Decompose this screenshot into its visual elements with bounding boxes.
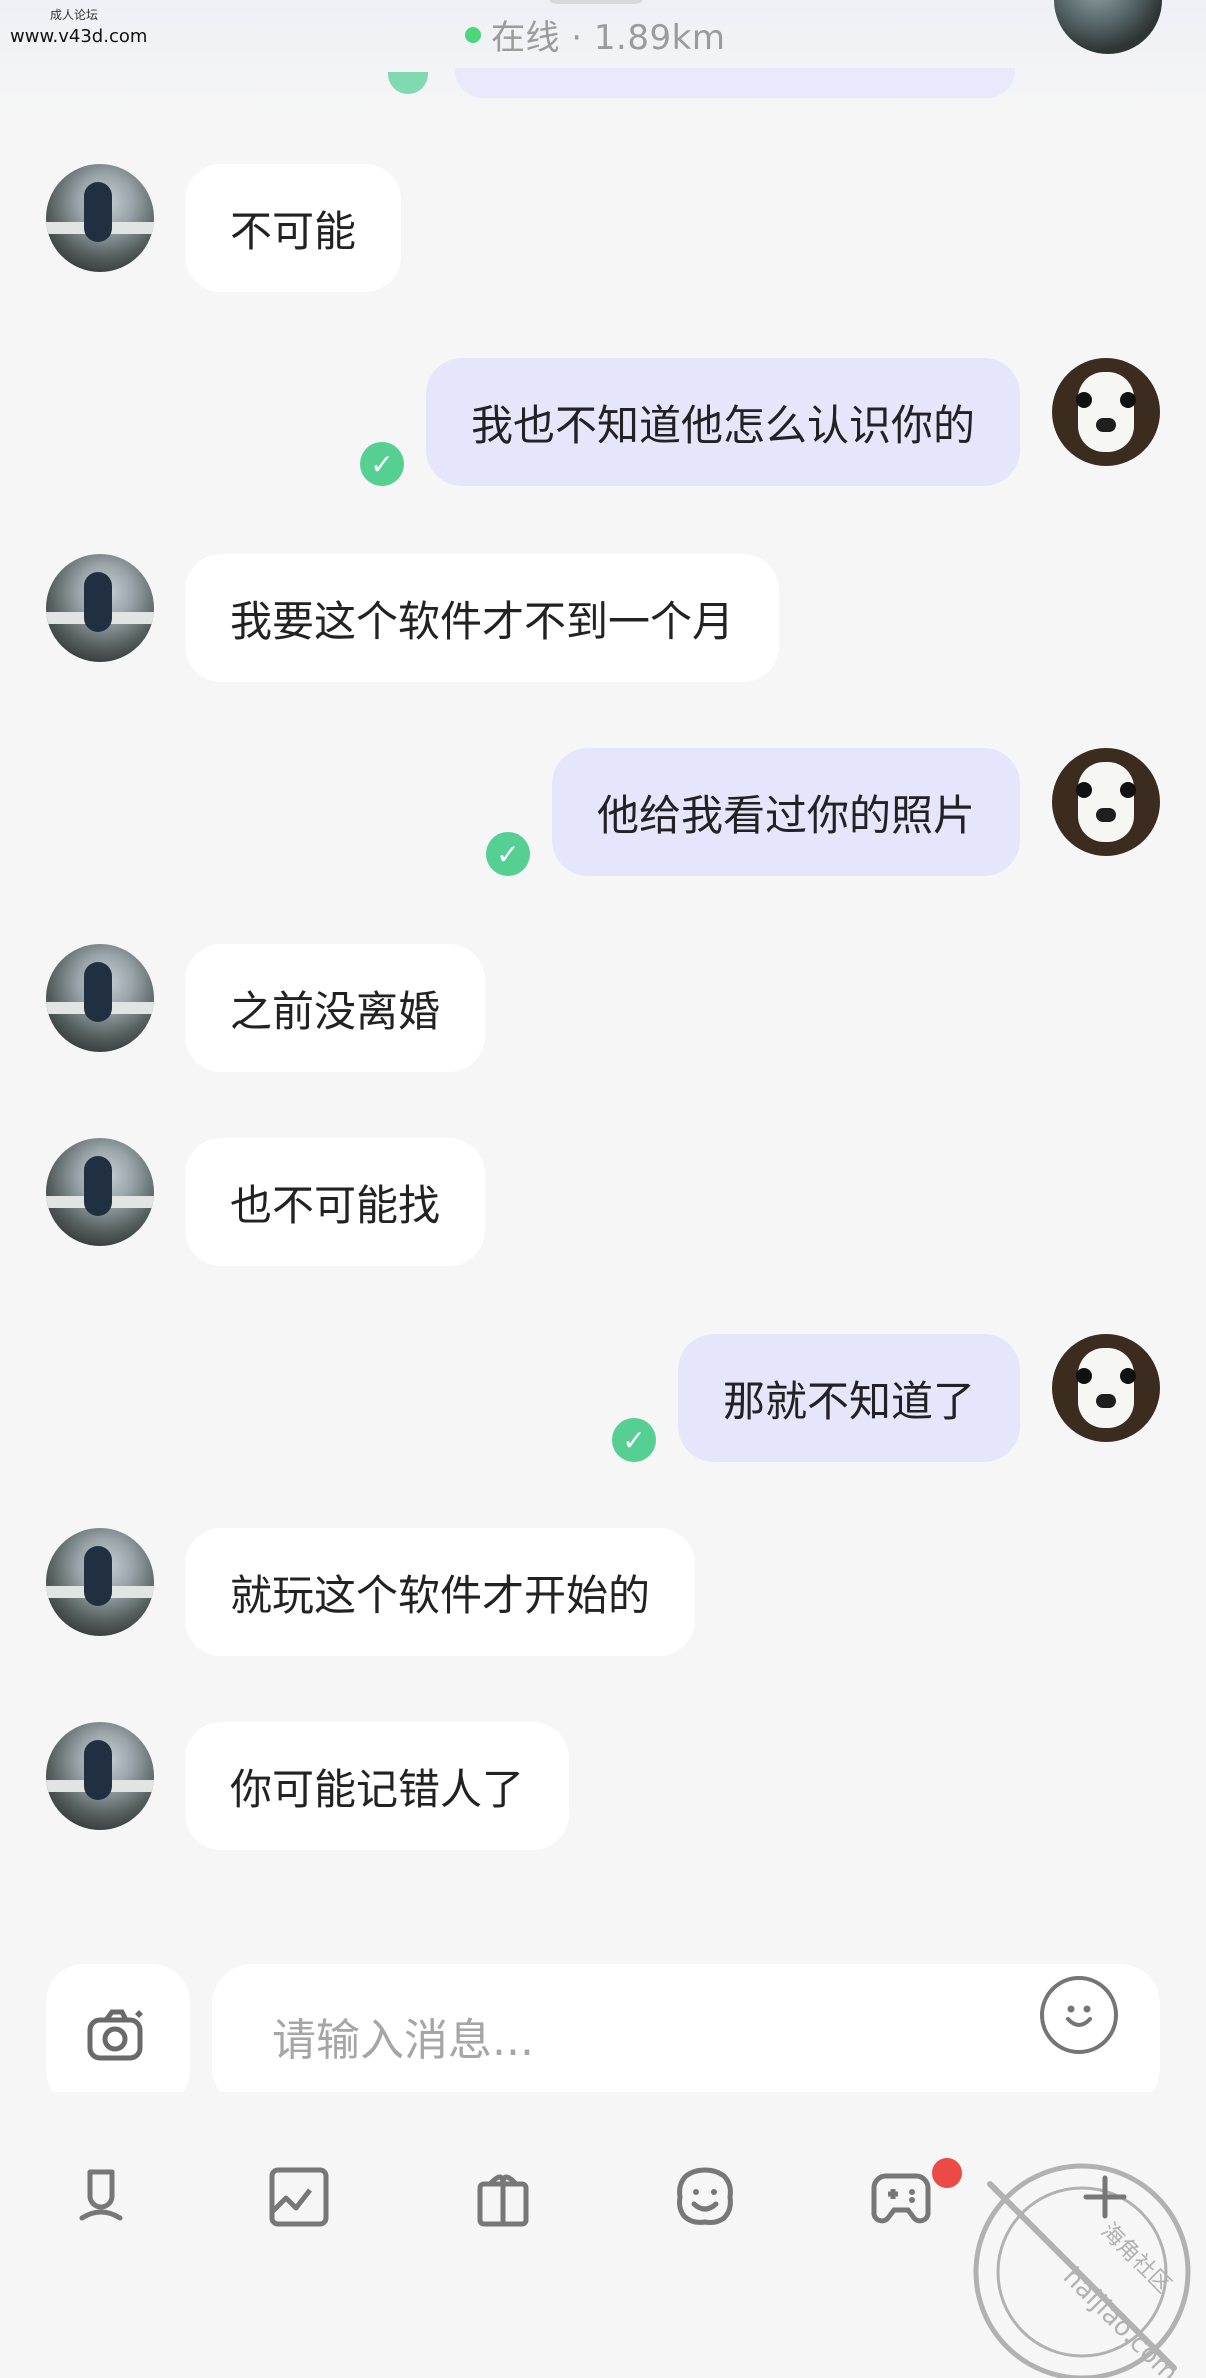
their-avatar[interactable] [46,164,154,272]
smiley-icon [1066,2005,1092,2027]
plus-icon [1083,2175,1127,2219]
camera-icon [87,2009,143,2061]
message-placeholder: 请输入消息... [272,2015,534,2066]
watermark-top-line2: www.v43d.com [10,26,148,47]
chat-message-row: 就玩这个软件才开始的 [0,1482,1206,1656]
chat-message-row: 我要这个软件才不到一个月 [0,508,1206,682]
their-message-bubble[interactable]: 你可能记错人了 [185,1722,570,1850]
message-text: 我也不知道他怎么认识你的 [470,400,975,450]
sticker-button[interactable] [670,2162,740,2232]
avatar-face [1078,762,1134,842]
image-button[interactable] [264,2162,334,2232]
message-text: 我要这个软件才不到一个月 [230,596,735,646]
game-notification-badge [932,2158,962,2188]
emoji-button[interactable] [1040,1976,1118,2054]
avatar-person [84,962,112,1022]
read-check-icon: ✓ [611,1418,656,1462]
read-check-icon: ✓ [359,442,404,486]
watermark-top: 成人论坛 www.v43d.com [0,0,150,60]
avatar-eye [1076,1368,1092,1384]
message-text: 那就不知道了 [722,1376,975,1426]
their-message-bubble[interactable]: 我要这个软件才不到一个月 [185,554,780,682]
their-avatar[interactable] [46,1138,154,1246]
their-message-bubble[interactable]: 也不可能找 [185,1138,486,1266]
game-button[interactable] [866,2162,936,2232]
their-message-bubble[interactable]: 不可能 [185,164,402,292]
voice-icon [79,2169,123,2221]
chat-thread: 不可能我也不知道他怎么认识你的 ✓ 我要这个软件才不到一个月他给我看过你的照片 ✓ 之前… [0,118,1206,1948]
read-check-icon: ✓ [485,832,530,876]
status-row: 在线 · 1.89km [465,10,725,59]
message-text: 也不可能找 [230,1180,441,1230]
chat-message-row: 你可能记错人了 [0,1676,1206,1850]
gift-icon [477,2174,529,2227]
gift-button[interactable] [468,2162,538,2232]
their-message-bubble[interactable]: 就玩这个软件才开始的 [185,1528,696,1656]
avatar-face [1078,372,1134,452]
avatar-nose [1096,1394,1116,1408]
bottom-toolbar [0,2092,1206,2378]
avatar-eye [1076,782,1092,798]
message-text: 不可能 [230,206,357,256]
their-avatar[interactable] [46,1528,154,1636]
message-text: 他给我看过你的照片 [596,790,975,840]
contact-name [548,0,644,4]
avatar-eye [1120,1368,1136,1384]
more-button[interactable] [1070,2162,1140,2232]
avatar-eye [1120,782,1136,798]
previous-message-check-icon [388,72,428,94]
their-avatar[interactable] [46,1722,154,1830]
their-message-bubble[interactable]: 之前没离婚 [185,944,486,1072]
status-text: 在线 · 1.89km [491,18,726,58]
avatar-person [84,572,112,632]
my-avatar[interactable] [1052,748,1160,856]
avatar-person [84,1740,112,1800]
their-avatar[interactable] [46,944,154,1052]
my-avatar[interactable] [1052,1334,1160,1442]
my-message-bubble[interactable]: 他给我看过你的照片 [551,748,1020,876]
chat-header: 成人论坛 www.v43d.com 在线 · 1.89km [0,0,1206,118]
previous-message-bubble [455,68,1015,98]
chat-message-row: 之前没离婚 [0,898,1206,1072]
chat-message-row: 不可能 [0,118,1206,292]
avatar-person [84,182,112,242]
message-text: 你可能记错人了 [230,1764,525,1814]
input-area: 请输入消息... [0,1940,1206,2108]
avatar-nose [1096,808,1116,822]
image-icon [269,2167,329,2227]
avatar-eye [1076,392,1092,408]
their-avatar[interactable] [46,554,154,662]
avatar-person [84,1156,112,1216]
avatar-face [1078,1348,1134,1428]
game-icon [871,2173,931,2224]
my-message-bubble[interactable]: 那就不知道了 [677,1334,1020,1462]
contact-avatar[interactable] [1054,0,1162,54]
camera-button[interactable] [46,1964,190,2108]
message-text: 之前没离婚 [230,986,441,1036]
sticker-icon [677,2167,733,2225]
watermark-top-line1: 成人论坛 [50,8,99,22]
message-input[interactable]: 请输入消息... [212,1964,1160,2108]
online-dot-icon [465,26,481,43]
avatar-nose [1096,418,1116,432]
chat-message-row: 那就不知道了 ✓ [0,1288,1206,1462]
avatar-eye [1120,392,1136,408]
avatar-person [84,1546,112,1606]
chat-message-row: 也不可能找 [0,1092,1206,1266]
message-text: 就玩这个软件才开始的 [230,1570,651,1620]
my-avatar[interactable] [1052,358,1160,466]
chat-message-row: 他给我看过你的照片 ✓ [0,702,1206,876]
my-message-bubble[interactable]: 我也不知道他怎么认识你的 [425,358,1020,486]
voice-button[interactable] [66,2162,136,2232]
chat-message-row: 我也不知道他怎么认识你的 ✓ [0,312,1206,486]
